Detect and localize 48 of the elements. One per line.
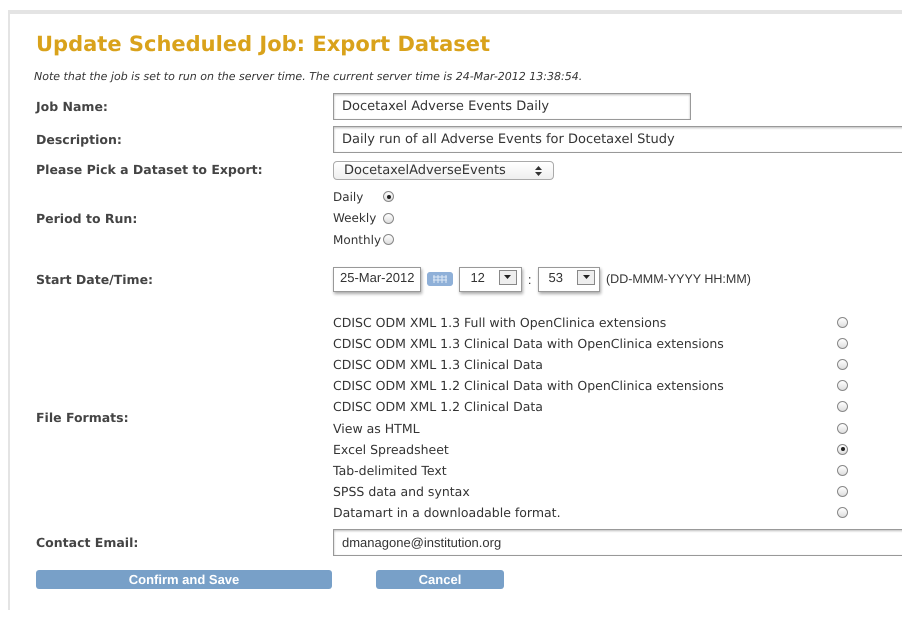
date-field[interactable]: 25-Mar-2012 [333, 266, 422, 292]
field-label: File Formats: [36, 410, 130, 425]
format-option-label: SPSS data and syntax [333, 484, 471, 500]
radio-button[interactable] [383, 191, 394, 202]
caret-icon [504, 275, 512, 279]
radio-button[interactable] [837, 464, 848, 476]
radio-button[interactable] [837, 486, 848, 498]
field-label: Contact Email: [36, 535, 140, 550]
format-option-label: Excel Spreadsheet [333, 442, 450, 457]
radio-button[interactable] [837, 401, 848, 412]
radio-button[interactable] [837, 422, 848, 434]
format-option-label: CDISC ODM XML 1.3 Clinical Data with OpenClinica extensions [333, 336, 725, 351]
field-label: Period to Run: [36, 210, 138, 226]
page-title: Update Scheduled Job: Export Dataset [36, 32, 492, 56]
radio-label: Weekly [333, 211, 378, 226]
server-time-note: Note that the job is set to run on the server time. The current server time is 24-Mar-2012 13:38:54. [34, 70, 584, 83]
email-field[interactable]: dmanagone@institution.org [333, 529, 902, 556]
dataset-dropdown[interactable]: DocetaxelAdverseEvents [333, 161, 554, 180]
up-down-arrows-icon [534, 164, 543, 176]
field-label: Start Date/Time: [36, 272, 154, 286]
radio-button[interactable] [837, 444, 848, 455]
format-option-label: CDISC ODM XML 1.3 Full with OpenClinica extensions [333, 314, 668, 330]
job-name-field[interactable]: Docetaxel Adverse Events Daily [333, 93, 691, 120]
format-option-label: Datamart in a downloadable format. [333, 505, 562, 520]
minute-dropdown[interactable]: 53 [538, 266, 600, 292]
radio-button[interactable] [837, 358, 848, 370]
format-option-label: CDISC ODM XML 1.3 Clinical Data [333, 356, 544, 372]
field-label: Job Name: [36, 99, 109, 114]
caret-icon [582, 275, 590, 279]
format-option-label: View as HTML [333, 420, 421, 436]
time-separator: : [528, 272, 532, 286]
format-option-label: Tab-delimited Text [333, 462, 448, 478]
radio-button[interactable] [837, 316, 848, 328]
radio-button[interactable] [383, 212, 394, 224]
radio-label: Daily [333, 190, 364, 204]
field-label: Please Pick a Dataset to Export: [36, 162, 264, 177]
calendar-icon[interactable] [427, 272, 454, 286]
description-field[interactable]: Daily run of all Adverse Events for Docetaxel Study [333, 126, 902, 153]
format-option-label: CDISC ODM XML 1.2 Clinical Data [333, 399, 544, 414]
hour-dropdown[interactable]: 12 [459, 266, 522, 292]
radio-label: Monthly [333, 232, 382, 247]
radio-button[interactable] [837, 507, 848, 518]
format-option-label: CDISC ODM XML 1.2 Clinical Data with OpenClinica extensions [333, 378, 725, 394]
radio-button[interactable] [837, 380, 848, 392]
format-hint: (DD-MMM-YYYY HH:MM) [606, 272, 751, 286]
radio-button[interactable] [837, 338, 848, 349]
radio-button[interactable] [383, 234, 394, 246]
field-label: Description: [36, 132, 123, 147]
